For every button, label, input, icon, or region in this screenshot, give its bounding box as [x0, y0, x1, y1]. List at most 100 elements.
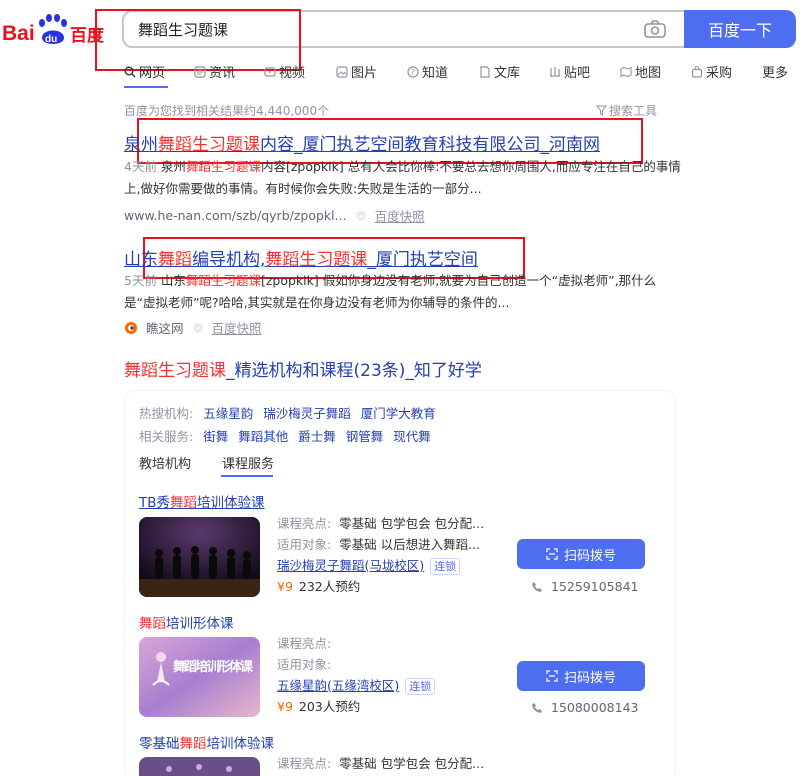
title-highlight: 舞蹈	[158, 250, 192, 270]
course-title-1[interactable]: TB秀舞蹈培训体验课	[139, 491, 265, 511]
course-title-2[interactable]: 舞蹈培训形体课	[139, 612, 234, 632]
tab-label: 资讯	[209, 66, 236, 81]
tab-label: 地图	[635, 66, 662, 81]
hot-org-link[interactable]: 瑞沙梅灵子舞蹈	[263, 403, 351, 422]
subtab-institutions[interactable]: 教培机构	[139, 453, 191, 472]
tab-web[interactable]: 网页	[124, 62, 165, 81]
title-text: 编导机构,	[192, 250, 266, 270]
meta-value: 零基础 包学包会 包分配...	[339, 756, 485, 771]
search-button[interactable]: 百度一下	[684, 10, 796, 48]
phone-number: 15080008143	[531, 700, 638, 715]
title-text: 内容_厦门执艺空间教育科技有限公司_河南网	[260, 135, 600, 155]
meta-key: 课程亮点:	[277, 516, 332, 531]
shield-icon	[356, 210, 366, 221]
result-title-2[interactable]: 山东舞蹈编导机构,舞蹈生习题课_厦门执艺空间	[124, 245, 478, 270]
tab-news[interactable]: 资讯	[194, 62, 235, 81]
related-services-row: 相关服务: 街舞 舞蹈其他 爵士舞 钢管舞 现代舞	[139, 426, 431, 445]
snippet-highlight: 舞蹈生习题课	[185, 273, 261, 288]
title-highlight: 舞蹈	[139, 616, 166, 632]
org-link[interactable]: 五缘星韵(五缘湾校区)	[277, 678, 399, 693]
chain-badge: 连锁	[405, 678, 436, 695]
course-meta-3: 课程亮点: 零基础 包学包会 包分配...	[277, 753, 484, 774]
tab-video[interactable]: 视频	[264, 62, 305, 81]
meta-key: 课程亮点:	[277, 636, 332, 651]
tab-purchase[interactable]: 采购	[691, 62, 732, 81]
title-text: 零基础	[139, 736, 180, 752]
meta-key: 适用对象:	[277, 537, 332, 552]
row-label: 相关服务:	[139, 429, 194, 444]
phone-icon	[532, 702, 542, 713]
result-title-1[interactable]: 泉州舞蹈生习题课内容_厦门执艺空间教育科技有限公司_河南网	[124, 130, 600, 155]
video-icon	[264, 66, 276, 77]
row-label: 热搜机构:	[139, 406, 194, 421]
tab-label: 图片	[351, 66, 378, 81]
result-snippet-1: 4天前 泉州舞蹈生习题课内容[zpopklk] 总有人会比你棒:不要总去想你周围…	[124, 156, 684, 200]
hot-org-link[interactable]: 五缘星韵	[203, 403, 253, 422]
service-link[interactable]: 街舞	[203, 426, 228, 445]
tab-image[interactable]: 图片	[336, 62, 377, 81]
tab-wenku[interactable]: 文库	[479, 62, 520, 81]
tab-label: 文库	[494, 66, 521, 81]
hot-org-link[interactable]: 厦门学大教育	[361, 403, 436, 422]
snippet-text: 山东	[156, 273, 186, 288]
scan-call-button[interactable]: 扫码拨号	[517, 661, 645, 691]
booking-count: 203人预约	[298, 699, 361, 714]
tab-more[interactable]: 更多	[762, 62, 788, 81]
course-thumbnail-3[interactable]	[139, 757, 260, 776]
phone-icon	[532, 581, 542, 592]
tieba-icon	[550, 66, 560, 77]
button-label: 扫码拨号	[563, 548, 616, 564]
service-link[interactable]: 舞蹈其他	[238, 426, 288, 445]
tab-tieba[interactable]: 贴吧	[549, 62, 590, 81]
title-text: 泉州	[124, 135, 158, 155]
title-highlight: 舞蹈	[170, 495, 198, 511]
service-link[interactable]: 爵士舞	[298, 426, 336, 445]
scan-call-button[interactable]: 扫码拨号	[517, 539, 645, 569]
service-link[interactable]: 现代舞	[393, 426, 431, 445]
purchase-icon	[691, 65, 703, 78]
phone-number: 15259105841	[531, 579, 638, 594]
source-name[interactable]: 瞧这网	[146, 318, 184, 337]
meta-value: 零基础 以后想进入舞蹈...	[339, 537, 481, 552]
meta-key: 适用对象:	[277, 657, 332, 672]
result-url-text[interactable]: www.he-nan.com/szb/qyrb/zpopkl...	[124, 208, 347, 223]
service-link[interactable]: 钢管舞	[346, 426, 384, 445]
tab-label: 知道	[422, 66, 449, 81]
tab-label: 视频	[279, 66, 306, 81]
org-link[interactable]: 瑞沙梅灵子舞蹈(马垅校区)	[277, 558, 424, 573]
search-input[interactable]	[138, 12, 618, 46]
logo-text-bai: Bai	[2, 22, 35, 45]
camera-icon[interactable]	[644, 20, 666, 38]
map-icon	[620, 66, 632, 77]
svg-text:?: ?	[411, 68, 415, 77]
tab-label: 采购	[706, 66, 733, 81]
search-tools-button[interactable]: 搜索工具	[596, 102, 657, 119]
course-meta-1: 课程亮点: 零基础 包学包会 包分配... 适用对象: 零基础 以后想进入舞蹈.…	[277, 513, 484, 597]
price: ¥9	[277, 579, 293, 594]
doc-icon	[480, 65, 490, 78]
title-highlight: 舞蹈生习题课	[124, 361, 226, 381]
rich-result-title[interactable]: 舞蹈生习题课_精选机构和课程(23条)_知了好学	[124, 356, 482, 381]
course-thumbnail-2[interactable]: 舞蹈培训形体课	[139, 637, 260, 717]
scan-icon	[546, 670, 558, 682]
scan-icon	[546, 548, 558, 560]
course-title-3[interactable]: 零基础舞蹈培训体验课	[139, 732, 274, 752]
result-age: 4天前	[124, 159, 157, 174]
course-meta-2: 课程亮点: 适用对象: 五缘星韵(五缘湾校区) 连锁 ¥9 203人预约	[277, 633, 436, 717]
baidu-logo[interactable]: Bai du 百度	[2, 12, 106, 48]
meta-key: 课程亮点:	[277, 756, 332, 771]
tab-zhidao[interactable]: ? 知道	[407, 62, 448, 81]
snapshot-link[interactable]: 百度快照	[212, 318, 262, 337]
course-thumbnail-1[interactable]	[139, 517, 260, 597]
phone-text: 15259105841	[551, 579, 639, 594]
title-text: _厦门执艺空间	[367, 250, 478, 270]
title-text: 培训体验课	[197, 495, 265, 511]
tab-map[interactable]: 地图	[620, 62, 661, 81]
title-text: 培训形体课	[166, 616, 234, 632]
source-logo-icon	[125, 321, 137, 334]
snapshot-link[interactable]: 百度快照	[375, 206, 425, 225]
tab-label: 网页	[139, 66, 166, 81]
active-tab-indicator	[124, 86, 168, 88]
subtab-courses[interactable]: 课程服务	[222, 453, 274, 472]
title-highlight: 舞蹈生习题课	[158, 135, 260, 155]
